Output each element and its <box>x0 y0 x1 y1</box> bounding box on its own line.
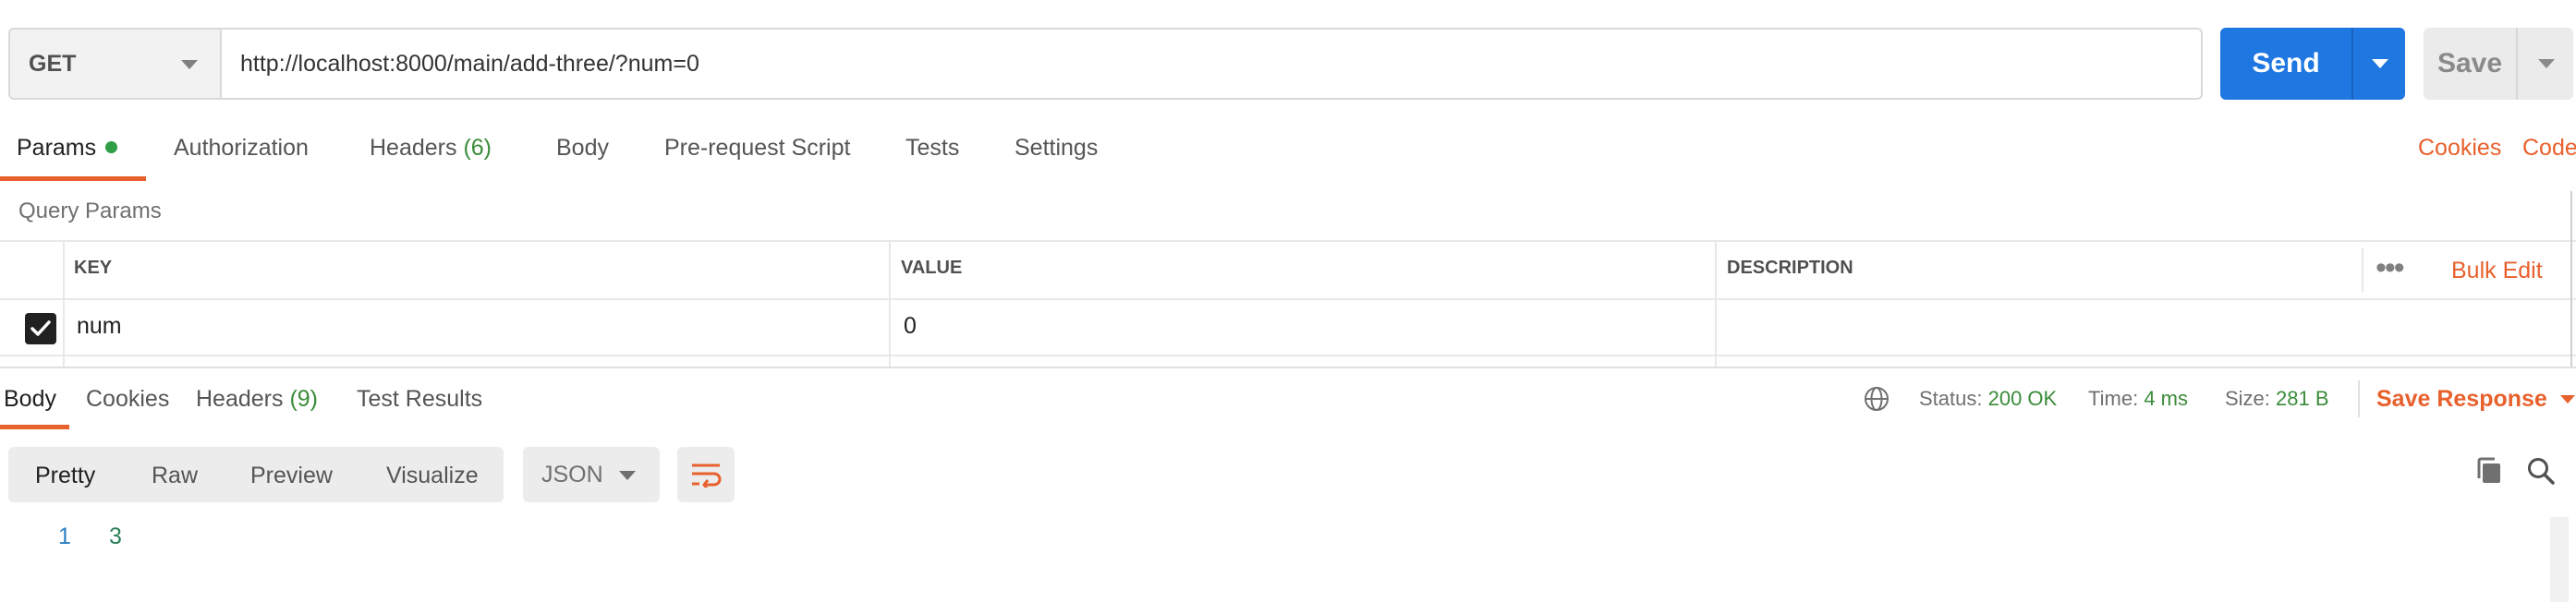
checkmark-icon <box>30 320 51 336</box>
save-response-button[interactable]: Save Response <box>2376 386 2575 413</box>
table-col-divider <box>63 240 65 367</box>
table-top-border <box>0 240 2576 242</box>
response-status: Status: 200 OK <box>1919 387 2057 411</box>
globe-icon[interactable] <box>1863 385 1890 417</box>
tab-headers-count: (6) <box>463 135 492 161</box>
chevron-down-icon <box>181 60 198 69</box>
code-link[interactable]: Code <box>2522 135 2576 162</box>
query-params-title: Query Params <box>18 199 162 223</box>
params-active-dot <box>105 141 118 153</box>
table-col-divider <box>889 240 891 367</box>
params-scrollbar[interactable] <box>2570 191 2572 367</box>
status-label: Status: <box>1919 387 1983 410</box>
chevron-down-icon <box>2538 59 2555 68</box>
cookies-link[interactable]: Cookies <box>2418 135 2501 162</box>
column-header-description: DESCRIPTION <box>1727 258 1853 278</box>
column-header-key: KEY <box>74 258 113 278</box>
chevron-down-icon <box>2372 59 2388 68</box>
table-col-divider <box>2362 247 2363 292</box>
tab-params[interactable]: Params <box>17 135 118 162</box>
time-label: Time: <box>2088 387 2139 410</box>
search-icon[interactable] <box>2526 456 2556 490</box>
param-key-cell[interactable]: num <box>77 313 122 340</box>
send-options-button[interactable] <box>2351 28 2405 100</box>
response-time: Time: 4 ms <box>2088 387 2188 411</box>
time-value: 4 ms <box>2144 387 2188 410</box>
tab-headers[interactable]: Headers (6) <box>370 135 492 162</box>
wrap-icon <box>692 464 722 488</box>
method-select[interactable]: GET <box>8 28 220 100</box>
language-select[interactable]: JSON <box>523 447 660 502</box>
pane-divider[interactable] <box>0 367 2576 368</box>
save-options-button[interactable] <box>2516 28 2573 100</box>
table-header-border <box>0 298 2576 300</box>
save-response-label: Save Response <box>2376 386 2547 412</box>
response-tab-headers-label: Headers <box>196 386 284 412</box>
copy-icon[interactable] <box>2475 456 2503 490</box>
table-row-border <box>0 355 2576 356</box>
size-value: 281 B <box>2276 387 2329 410</box>
line-number: 1 <box>58 524 71 549</box>
status-value: 200 OK <box>1987 387 2058 410</box>
tab-params-label: Params <box>17 135 97 161</box>
view-preview-button[interactable]: Preview <box>250 463 333 489</box>
column-header-value: VALUE <box>901 258 963 278</box>
response-tab-body[interactable]: Body <box>4 386 56 413</box>
response-tab-headers-count: (9) <box>289 386 319 412</box>
method-value: GET <box>29 50 77 77</box>
send-button[interactable]: Send <box>2220 28 2351 100</box>
save-button[interactable]: Save <box>2424 28 2516 100</box>
view-raw-button[interactable]: Raw <box>152 463 198 489</box>
response-tab-headers[interactable]: Headers (9) <box>196 386 318 413</box>
wrap-lines-button[interactable] <box>677 447 735 502</box>
tab-prerequest-script[interactable]: Pre-request Script <box>664 135 850 162</box>
tab-body[interactable]: Body <box>556 135 609 162</box>
size-label: Size: <box>2225 387 2270 410</box>
bulk-edit-link[interactable]: Bulk Edit <box>2451 258 2543 284</box>
response-tab-body-underline <box>0 425 69 429</box>
param-value-cell[interactable]: 0 <box>904 313 917 340</box>
language-value: JSON <box>541 461 603 488</box>
chevron-down-icon <box>2559 395 2575 403</box>
tab-params-underline <box>0 176 146 181</box>
param-checkbox[interactable] <box>25 313 56 344</box>
url-input[interactable]: http://localhost:8000/main/add-three/?nu… <box>220 28 2203 100</box>
table-col-divider <box>1715 240 1717 367</box>
response-body-value: 3 <box>109 524 122 549</box>
tab-headers-label: Headers <box>370 135 457 161</box>
response-scrollbar[interactable] <box>2550 517 2569 602</box>
status-divider <box>2358 380 2360 417</box>
view-pretty-button[interactable]: Pretty <box>35 463 95 489</box>
response-size: Size: 281 B <box>2225 387 2329 411</box>
tab-settings[interactable]: Settings <box>1015 135 1098 162</box>
tab-authorization[interactable]: Authorization <box>174 135 309 162</box>
url-value: http://localhost:8000/main/add-three/?nu… <box>240 50 699 77</box>
response-tab-test-results[interactable]: Test Results <box>357 386 482 413</box>
more-options-icon[interactable]: ••• <box>2376 252 2405 283</box>
tab-tests[interactable]: Tests <box>905 135 959 162</box>
chevron-down-icon <box>619 471 636 480</box>
view-visualize-button[interactable]: Visualize <box>386 463 479 489</box>
response-tab-cookies[interactable]: Cookies <box>86 386 169 413</box>
